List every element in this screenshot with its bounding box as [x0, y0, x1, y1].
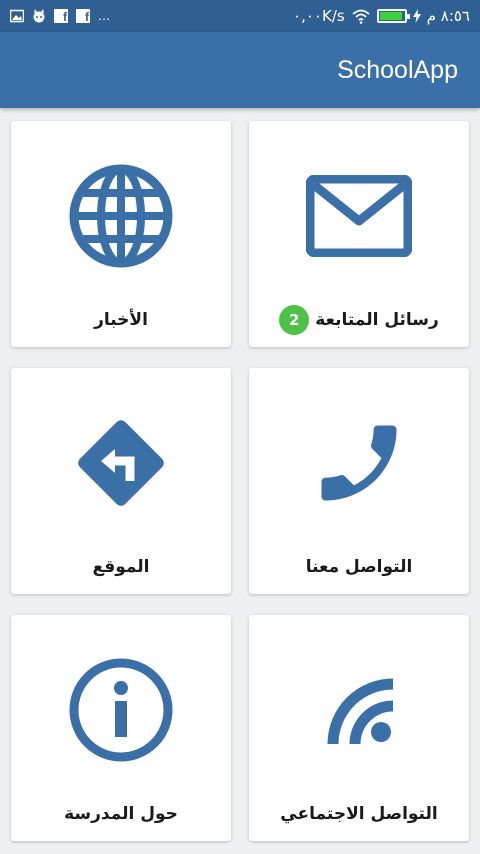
- status-bar: f f … ٠,٠٠K/s ٨:٥٦ م: [0, 0, 480, 32]
- app-title: SchoolApp: [337, 55, 458, 84]
- info-icon: [69, 658, 173, 762]
- status-bar-right: ٠,٠٠K/s ٨:٥٦ م: [293, 7, 470, 25]
- globe-icon: [69, 164, 173, 268]
- notification-cat-icon: [32, 9, 46, 23]
- tile-label: الموقع: [92, 557, 150, 577]
- tile-follow-up-messages[interactable]: 2 رسائل المتابعة: [249, 121, 469, 347]
- clock: ٨:٥٦ م: [426, 7, 470, 25]
- tile-location[interactable]: الموقع: [11, 368, 231, 594]
- battery-icon: [376, 9, 410, 23]
- rss-icon: [327, 678, 394, 745]
- tile-news[interactable]: الأخبار: [11, 121, 231, 347]
- facebook-icon: f: [76, 9, 90, 23]
- tile-label: الأخبار: [94, 310, 148, 330]
- tile-contact-us[interactable]: التواصل معنا: [249, 368, 469, 594]
- facebook-icon: f: [54, 9, 68, 23]
- status-bar-left: f f …: [9, 9, 111, 23]
- phone-icon: [321, 425, 397, 501]
- image-icon: [9, 9, 25, 23]
- tile-label: حول المدرسة: [64, 804, 178, 824]
- tile-about-school[interactable]: حول المدرسة: [11, 615, 231, 841]
- tile-grid: 2 رسائل المتابعة الأخبار التواصل معنا ال…: [0, 108, 480, 854]
- directions-icon: [78, 420, 164, 506]
- tile-social-media[interactable]: التواصل الاجتماعي: [249, 615, 469, 841]
- tile-label: التواصل الاجتماعي: [280, 804, 438, 824]
- more-notifications-icon: …: [98, 9, 111, 23]
- unread-count-badge: 2: [279, 305, 310, 335]
- network-speed: ٠,٠٠K/s: [293, 7, 345, 25]
- mail-icon: [306, 175, 412, 257]
- charging-icon: [412, 9, 421, 23]
- tile-label: رسائل المتابعة: [315, 310, 439, 330]
- tile-label: التواصل معنا: [305, 557, 413, 577]
- app-bar: SchoolApp: [0, 32, 480, 108]
- wifi-icon: [351, 8, 371, 24]
